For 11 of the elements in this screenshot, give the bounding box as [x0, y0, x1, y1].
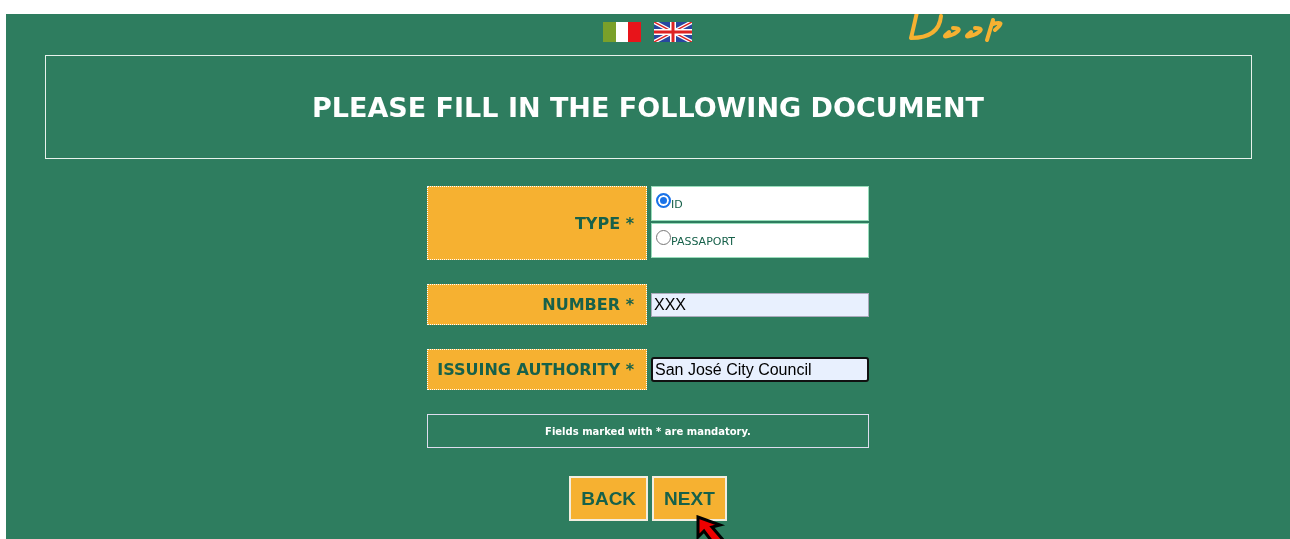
mandatory-note: Fields marked with * are mandatory. [427, 414, 869, 448]
nav-button[interactable]: BACK [569, 476, 649, 521]
radio-option[interactable]: ID [651, 186, 869, 221]
field-label: NUMBER * [427, 284, 647, 325]
field-label: TYPE * [427, 186, 647, 260]
radio-option[interactable]: PASSAPORT [651, 223, 869, 258]
page-title: PLEASE FILL IN THE FOLLOWING DOCUMENT [311, 91, 984, 123]
field-label: ISSUING AUTHORITY * [427, 349, 647, 390]
text-field[interactable]: San José City Council [651, 357, 869, 382]
nav-button[interactable]: NEXT [652, 476, 727, 521]
text-field[interactable]: XXX [651, 292, 869, 317]
